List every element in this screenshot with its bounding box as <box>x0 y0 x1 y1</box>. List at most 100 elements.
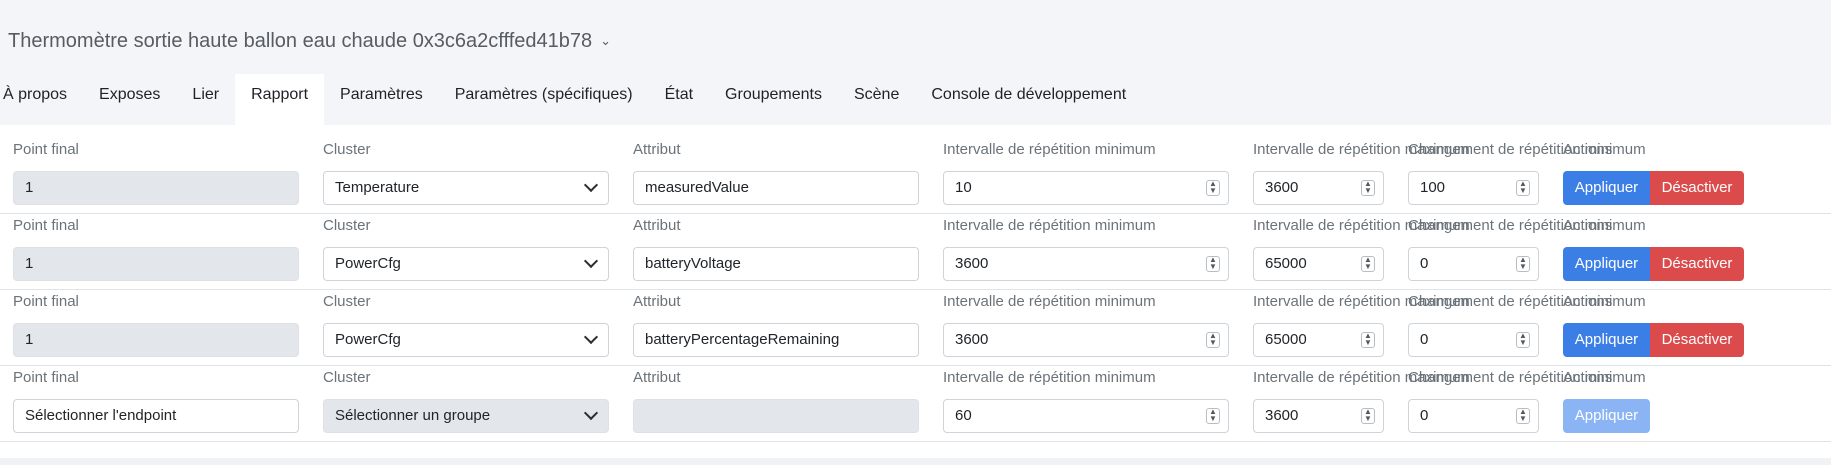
chevron-down-icon <box>583 177 599 193</box>
endpoint-field[interactable]: 1 <box>13 323 299 357</box>
cluster-label: Cluster <box>323 217 371 234</box>
number-spinner-icon[interactable]: ▲ ▼ <box>1516 180 1530 196</box>
reporting-row-new: Point final Cluster Attribut Intervalle … <box>0 366 1831 442</box>
min-interval-input[interactable]: 60 ▲ ▼ <box>943 399 1229 433</box>
change-input[interactable]: 100 ▲ ▼ <box>1408 171 1539 205</box>
min-interval-label: Intervalle de répétition minimum <box>943 369 1156 386</box>
attribute-label: Attribut <box>633 141 681 158</box>
max-interval-input[interactable]: 65000 ▲ ▼ <box>1253 247 1384 281</box>
min-interval-value: 60 <box>955 407 972 424</box>
tab-state[interactable]: État <box>649 74 709 125</box>
tab-scene[interactable]: Scène <box>838 74 915 125</box>
number-spinner-icon[interactable]: ▲ ▼ <box>1206 256 1220 272</box>
tab-groups[interactable]: Groupements <box>709 74 838 125</box>
endpoint-field[interactable]: 1 <box>13 247 299 281</box>
tab-reporting[interactable]: Rapport <box>235 74 325 125</box>
reporting-row: Point final Cluster Attribut Intervalle … <box>0 290 1831 366</box>
min-interval-value: 3600 <box>955 255 989 272</box>
attribute-select[interactable] <box>633 399 919 433</box>
apply-button[interactable]: Appliquer <box>1563 171 1650 205</box>
number-spinner-icon[interactable]: ▲ ▼ <box>1206 180 1220 196</box>
actions-label: Actions <box>1563 141 1613 158</box>
disable-button[interactable]: Désactiver <box>1650 171 1744 205</box>
min-interval-label: Intervalle de répétition minimum <box>943 217 1156 234</box>
disable-button[interactable]: Désactiver <box>1650 323 1744 357</box>
device-header: Thermomètre sortie haute ballon eau chau… <box>0 0 1831 125</box>
number-spinner-icon[interactable]: ▲ ▼ <box>1206 408 1220 424</box>
number-spinner-icon[interactable]: ▲ ▼ <box>1516 408 1530 424</box>
attribute-label: Attribut <box>633 293 681 310</box>
max-interval-value: 65000 <box>1265 331 1307 348</box>
tab-about[interactable]: À propos <box>0 74 83 125</box>
tab-settings[interactable]: Paramètres <box>324 74 439 125</box>
endpoint-label: Point final <box>13 293 79 310</box>
change-value: 0 <box>1420 331 1429 348</box>
change-value: 0 <box>1420 407 1429 424</box>
actions-label: Actions <box>1563 369 1613 386</box>
max-interval-input[interactable]: 3600 ▲ ▼ <box>1253 171 1384 205</box>
attribute-label: Attribut <box>633 369 681 386</box>
device-title-dropdown[interactable]: Thermomètre sortie haute ballon eau chau… <box>8 27 611 55</box>
actions-label: Actions <box>1563 293 1613 310</box>
change-input[interactable]: 0 ▲ ▼ <box>1408 247 1539 281</box>
min-interval-label: Intervalle de répétition minimum <box>943 141 1156 158</box>
attribute-field[interactable]: batteryPercentageRemaining <box>633 323 919 357</box>
tab-settings-specific[interactable]: Paramètres (spécifiques) <box>439 74 649 125</box>
change-input[interactable]: 0 ▲ ▼ <box>1408 399 1539 433</box>
tab-bind[interactable]: Lier <box>176 74 235 125</box>
cluster-label: Cluster <box>323 141 371 158</box>
reporting-row: Point final Cluster Attribut Intervalle … <box>0 214 1831 290</box>
apply-button[interactable]: Appliquer <box>1563 247 1650 281</box>
chevron-down-icon[interactable]: ⌄ <box>600 33 611 49</box>
apply-button-disabled[interactable]: Appliquer <box>1563 399 1650 433</box>
cluster-select[interactable]: PowerCfg <box>323 323 609 357</box>
min-interval-input[interactable]: 3600 ▲ ▼ <box>943 247 1229 281</box>
min-interval-value: 3600 <box>955 331 989 348</box>
change-input[interactable]: 0 ▲ ▼ <box>1408 323 1539 357</box>
number-spinner-icon[interactable]: ▲ ▼ <box>1516 332 1530 348</box>
endpoint-label: Point final <box>13 217 79 234</box>
cluster-value: Temperature <box>335 179 420 196</box>
reporting-row: Point final Cluster Attribut Intervalle … <box>0 125 1831 214</box>
reporting-table: Point final Cluster Attribut Intervalle … <box>0 125 1831 442</box>
chevron-down-icon <box>583 329 599 345</box>
attribute-field[interactable]: batteryVoltage <box>633 247 919 281</box>
min-interval-value: 10 <box>955 179 972 196</box>
attribute-label: Attribut <box>633 217 681 234</box>
chevron-down-icon <box>583 405 599 421</box>
cluster-value: PowerCfg <box>335 331 401 348</box>
cluster-select[interactable]: PowerCfg <box>323 247 609 281</box>
cluster-value: PowerCfg <box>335 255 401 272</box>
max-interval-value: 3600 <box>1265 179 1299 196</box>
max-interval-value: 65000 <box>1265 255 1307 272</box>
tab-bar: À propos Exposes Lier Rapport Paramètres… <box>0 74 1142 125</box>
number-spinner-icon[interactable]: ▲ ▼ <box>1361 180 1375 196</box>
cluster-label: Cluster <box>323 293 371 310</box>
device-title: Thermomètre sortie haute ballon eau chau… <box>8 29 593 52</box>
max-interval-input[interactable]: 3600 ▲ ▼ <box>1253 399 1384 433</box>
min-interval-label: Intervalle de répétition minimum <box>943 293 1156 310</box>
number-spinner-icon[interactable]: ▲ ▼ <box>1206 332 1220 348</box>
actions-label: Actions <box>1563 217 1613 234</box>
tab-dev-console[interactable]: Console de développement <box>915 74 1142 125</box>
number-spinner-icon[interactable]: ▲ ▼ <box>1361 256 1375 272</box>
cluster-value: Sélectionner un groupe <box>335 407 491 424</box>
attribute-field[interactable]: measuredValue <box>633 171 919 205</box>
disable-button[interactable]: Désactiver <box>1650 247 1744 281</box>
cluster-select[interactable]: Sélectionner un groupe <box>323 399 609 433</box>
endpoint-field[interactable]: 1 <box>13 171 299 205</box>
apply-button[interactable]: Appliquer <box>1563 323 1650 357</box>
min-interval-input[interactable]: 3600 ▲ ▼ <box>943 323 1229 357</box>
max-interval-input[interactable]: 65000 ▲ ▼ <box>1253 323 1384 357</box>
endpoint-select[interactable]: Sélectionner l'endpoint <box>13 399 299 433</box>
cluster-select[interactable]: Temperature <box>323 171 609 205</box>
page-footer-divider <box>0 458 1831 465</box>
number-spinner-icon[interactable]: ▲ ▼ <box>1516 256 1530 272</box>
number-spinner-icon[interactable]: ▲ ▼ <box>1361 408 1375 424</box>
endpoint-label: Point final <box>13 141 79 158</box>
number-spinner-icon[interactable]: ▲ ▼ <box>1361 332 1375 348</box>
min-interval-input[interactable]: 10 ▲ ▼ <box>943 171 1229 205</box>
tab-exposes[interactable]: Exposes <box>83 74 176 125</box>
cluster-label: Cluster <box>323 369 371 386</box>
chevron-down-icon <box>583 253 599 269</box>
